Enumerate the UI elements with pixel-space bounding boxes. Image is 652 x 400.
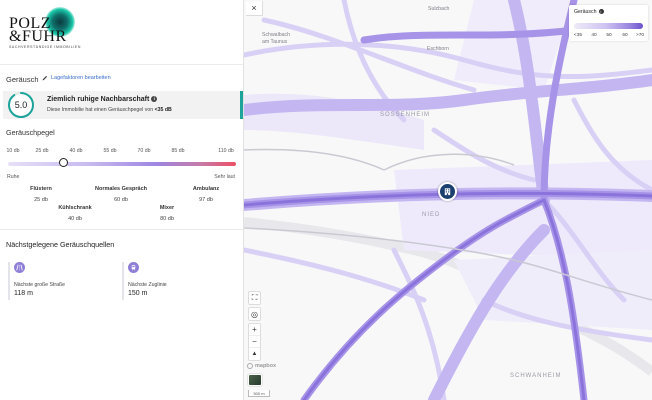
- legend-title-text: Geräusch: [574, 9, 597, 15]
- reference-db: 25 db: [34, 197, 48, 203]
- reference-db: 97 db: [199, 197, 213, 203]
- satellite-layer-toggle[interactable]: [248, 374, 262, 386]
- noise-scale-ticks: 10 db 25 db 40 db 55 db 70 db 85 db 110 …: [0, 148, 243, 157]
- noise-score-value: 5.0: [14, 100, 28, 110]
- plus-icon: +: [252, 325, 257, 334]
- reference-db: 60 db: [114, 197, 128, 203]
- reference-name: Mixer: [159, 205, 175, 211]
- reference-mixer: Mixer 80 db: [160, 205, 174, 222]
- legend-tick: >70: [635, 33, 645, 38]
- noise-source-distance: 150 m: [128, 290, 148, 297]
- close-panel-button[interactable]: ×: [246, 1, 263, 16]
- train-icon: [128, 262, 139, 273]
- noise-legend: Geräusch i <35 40 50 60 >70: [569, 5, 648, 41]
- reference-ambulance: Ambulanz 97 db: [193, 186, 219, 203]
- edit-location-factors-link[interactable]: Lagefaktoren bearbeiten: [42, 75, 111, 81]
- section-label: Geräusch: [6, 75, 39, 84]
- place-label-schwalbach: Schwalbach am Taunus: [262, 32, 290, 45]
- legend-tick: 50: [606, 33, 612, 38]
- scale-high-label: Sehr laut: [214, 174, 235, 180]
- zoom-in-button[interactable]: +: [249, 324, 260, 336]
- info-icon[interactable]: i: [598, 9, 604, 14]
- tick-label: 70 db: [137, 148, 151, 154]
- property-marker[interactable]: [438, 182, 457, 201]
- legend-title: Geräusch i: [574, 9, 604, 15]
- fullscreen-control: ⛶: [248, 291, 261, 305]
- place-label-eschborn: Eschborn: [427, 46, 449, 52]
- noise-sources-title: Nächstgelegene Geräuschquellen: [6, 240, 115, 249]
- reference-fridge: Kühlschrank 40 db: [58, 205, 91, 222]
- noise-summary-card: 5.0 Ziemlich ruhige Nachbarschaft i Diese…: [3, 91, 243, 119]
- noise-panel: POLZ &FUHR SACHVERSTÄNDIGE IMMOBILIEN Ge…: [0, 0, 244, 400]
- pencil-icon: [42, 75, 48, 81]
- tick-label: 10 db: [6, 148, 20, 154]
- logo-line2: &FUHR: [9, 28, 67, 45]
- description-value: <35 dB: [154, 107, 172, 113]
- tick-label: 85 db: [171, 148, 185, 154]
- district-label-nied: NIED: [422, 212, 441, 218]
- legend-tick: <35: [573, 33, 583, 38]
- geolocate-button[interactable]: ◎: [249, 308, 260, 320]
- info-icon[interactable]: i: [151, 96, 158, 102]
- legend-gradient-bar: [574, 23, 643, 29]
- reference-name: Normales Gespräch: [95, 186, 147, 192]
- reference-db: 40 db: [68, 216, 82, 222]
- scale-low-label: Ruhe: [7, 174, 20, 180]
- divider: [0, 64, 243, 65]
- mapbox-logo-mark: [247, 363, 253, 369]
- fullscreen-icon: ⛶: [251, 293, 258, 302]
- compass-icon: ▲: [251, 351, 258, 357]
- tick-label: 55 db: [103, 148, 117, 154]
- noise-summary-title: Ziemlich ruhige Nachbarschaft i: [47, 96, 158, 103]
- minus-icon: −: [252, 337, 257, 346]
- noise-source-distance: 118 m: [14, 290, 33, 297]
- tick-label: 25 db: [35, 148, 49, 154]
- road-icon: [14, 262, 25, 273]
- place-label-sulzbach: Sulzbach: [428, 6, 450, 12]
- fullscreen-button[interactable]: ⛶: [249, 292, 260, 304]
- noise-level-slider-track[interactable]: [8, 160, 236, 168]
- reference-name: Ambulanz: [192, 186, 220, 192]
- noise-level-title: Geräuschpegel: [6, 128, 55, 137]
- noise-source-label: Nächste große Straße: [14, 282, 66, 288]
- divider: [0, 229, 243, 230]
- zoom-control: + − ▲: [248, 323, 261, 361]
- company-logo: POLZ &FUHR SACHVERSTÄNDIGE IMMOBILIEN: [9, 7, 80, 49]
- building-icon: [444, 188, 451, 196]
- noise-source-label: Nächste Zuglinie: [128, 282, 167, 288]
- noise-level-slider-handle[interactable]: [59, 158, 68, 167]
- legend-tick: 40: [591, 33, 597, 38]
- reference-name: Kühlschrank: [58, 205, 92, 211]
- locate-icon: ◎: [251, 309, 258, 319]
- logo-tagline: SACHVERSTÄNDIGE IMMOBILIEN: [9, 45, 81, 49]
- map-scale-bar: 500 m: [248, 390, 270, 397]
- reference-db: 80 db: [160, 216, 174, 222]
- compass-button[interactable]: ▲: [249, 348, 260, 360]
- description-prefix: Diese Immobilie hat einen Geräuschpegel …: [47, 107, 154, 113]
- noise-source-road: Nächste große Straße 118 m: [8, 262, 116, 300]
- zoom-out-button[interactable]: −: [249, 336, 260, 348]
- noise-summary-title-text: Ziemlich ruhige Nachbarschaft: [47, 96, 150, 103]
- legend-tick: 60: [622, 33, 628, 38]
- reference-name: Flüstern: [30, 186, 52, 192]
- reference-whisper: Flüstern 25 db: [30, 186, 52, 203]
- geolocate-control: ◎: [248, 307, 261, 321]
- noise-score-badge: 5.0: [8, 92, 34, 118]
- mapbox-logo-text: mapbox: [255, 363, 277, 369]
- noise-summary-description: Diese Immobilie hat einen Geräuschpegel …: [47, 107, 172, 113]
- reference-conversation: Normales Gespräch 60 db: [95, 186, 147, 203]
- district-label-sossenheim: SOSSENHEIM: [380, 112, 431, 118]
- tick-label: 110 db: [218, 148, 234, 154]
- mapbox-logo[interactable]: mapbox: [247, 363, 276, 369]
- district-label-schwanheim: SCHWANHEIM: [510, 373, 562, 379]
- tick-label: 40 db: [69, 148, 83, 154]
- edit-link-label: Lagefaktoren bearbeiten: [51, 75, 111, 81]
- noise-source-train: Nächste Zuglinie 150 m: [122, 262, 230, 300]
